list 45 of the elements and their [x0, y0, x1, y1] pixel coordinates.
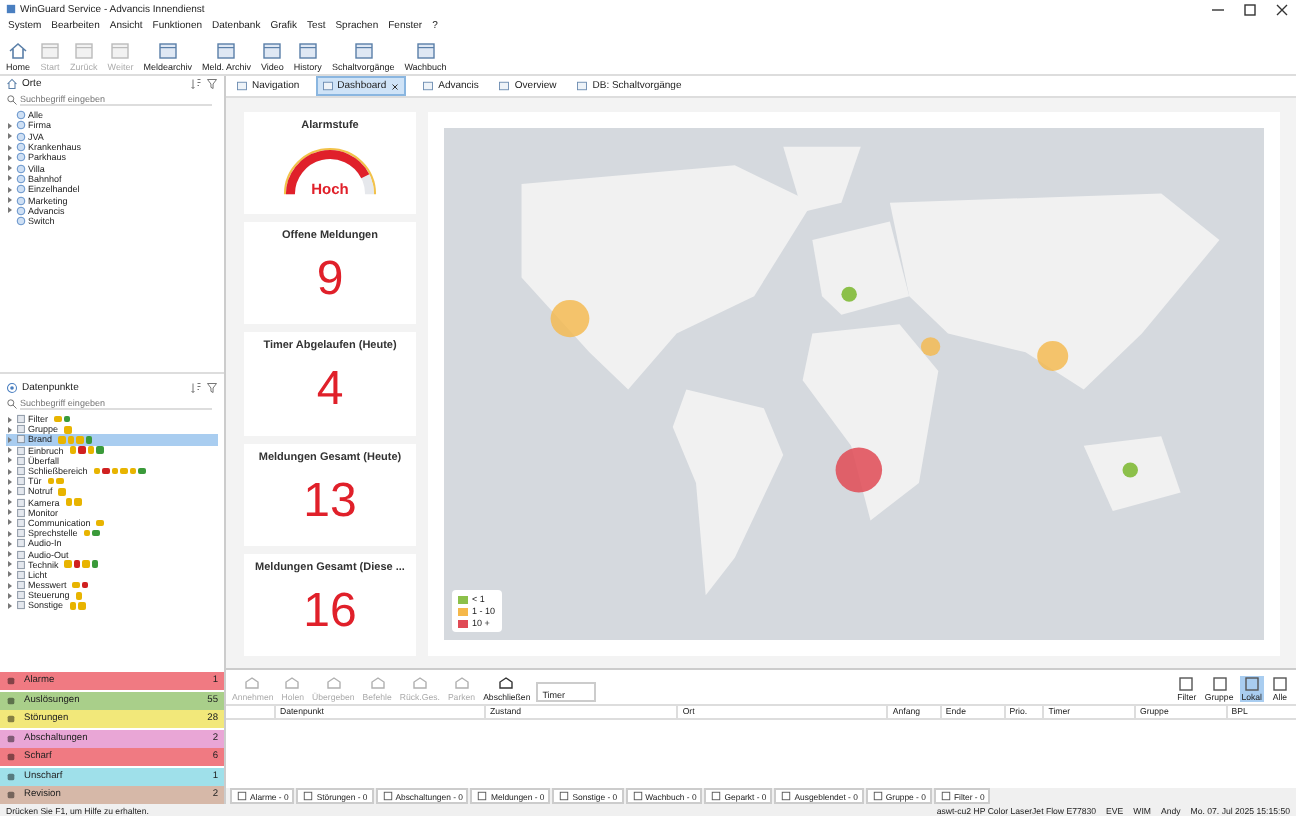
window-icon — [73, 42, 94, 60]
window-icon — [1209, 676, 1230, 692]
page-icon — [780, 790, 793, 802]
card-value: 4 — [316, 366, 344, 415]
window-icon — [1241, 676, 1262, 692]
card-value: 13 — [303, 477, 357, 526]
house-icon — [8, 42, 28, 60]
window-icon — [40, 42, 61, 60]
app-icon — [6, 4, 16, 14]
window-icon — [157, 42, 178, 60]
window-icon — [216, 42, 237, 60]
page-icon — [321, 80, 334, 92]
window-icon — [297, 42, 318, 60]
search-icon — [6, 397, 18, 409]
filter-icon[interactable] — [206, 78, 218, 90]
window-icon — [1176, 676, 1197, 692]
page-icon — [236, 790, 248, 802]
page-icon — [498, 80, 511, 92]
window-icon — [110, 42, 131, 60]
target-icon — [6, 382, 18, 394]
window-icon — [1270, 676, 1290, 692]
page-icon — [422, 80, 435, 92]
card-value: 16 — [303, 587, 357, 636]
card-value: 9 — [316, 256, 344, 305]
page-icon — [381, 790, 394, 802]
page-icon — [302, 790, 315, 802]
window-icon — [415, 42, 436, 60]
page-icon — [236, 80, 248, 92]
search-icon — [6, 93, 18, 105]
filter-icon[interactable] — [206, 382, 218, 394]
page-icon — [871, 790, 884, 802]
close-icon[interactable] — [390, 81, 401, 91]
window-icon — [353, 42, 374, 60]
window-icon — [262, 42, 283, 60]
sort-icon[interactable] — [190, 382, 202, 394]
page-icon — [631, 790, 644, 802]
maximize-icon[interactable] — [1242, 1, 1258, 17]
sort-icon[interactable] — [190, 78, 202, 90]
page-icon — [558, 790, 571, 802]
close-icon[interactable] — [1274, 1, 1290, 17]
house-icon — [6, 78, 18, 90]
page-icon — [710, 790, 723, 802]
page-icon — [939, 790, 952, 802]
page-icon — [576, 80, 589, 92]
page-icon — [476, 790, 489, 802]
